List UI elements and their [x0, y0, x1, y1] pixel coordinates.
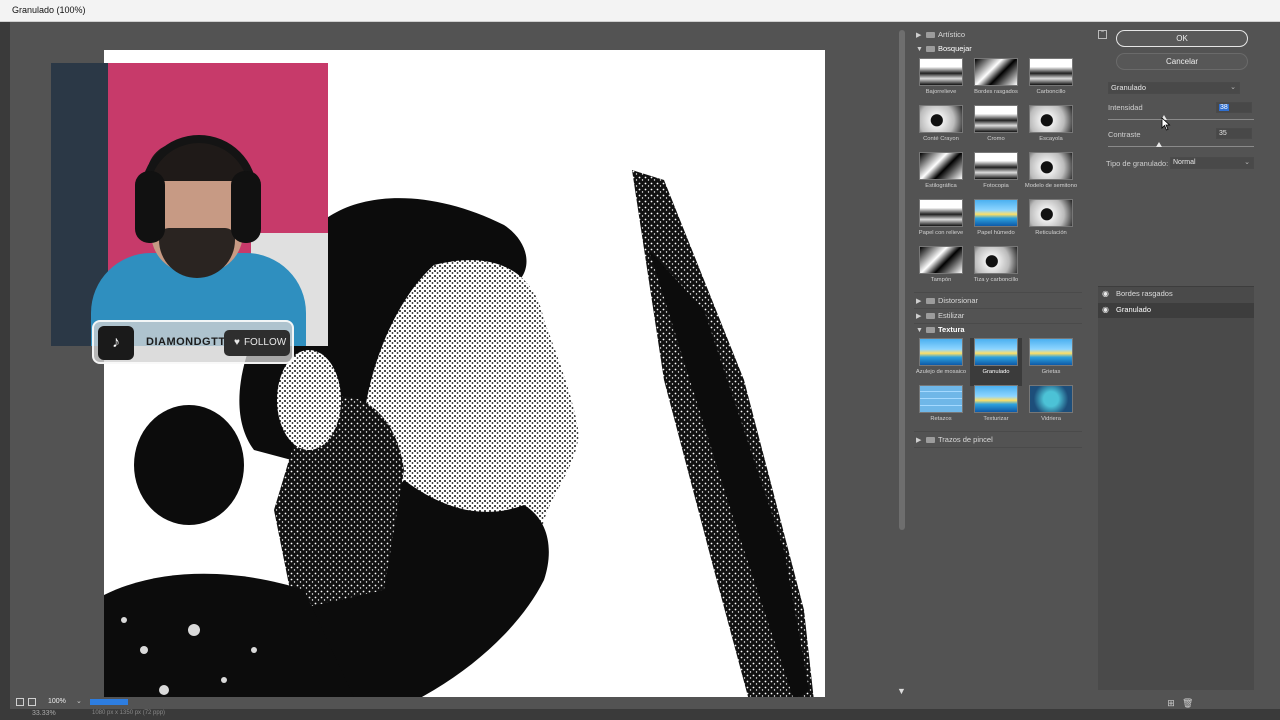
- effect-layer-active[interactable]: ◉ Granulado: [1098, 303, 1254, 318]
- filter-thumb[interactable]: Retazos: [915, 385, 967, 433]
- filter-select[interactable]: Granulado ⌄: [1108, 82, 1240, 94]
- folder-icon: [926, 327, 935, 333]
- trash-icon[interactable]: 🗑: [1182, 698, 1193, 708]
- category-estilizar[interactable]: ▶ Estilizar: [916, 311, 964, 323]
- filter-thumb[interactable]: Papel con relieve: [915, 199, 967, 247]
- filter-thumb[interactable]: Carboncillo: [1025, 58, 1077, 106]
- progress-bar: [90, 699, 128, 705]
- zoom-dropdown-icon[interactable]: ⌄: [76, 697, 82, 705]
- filter-thumb[interactable]: Azulejo de mosaico: [915, 338, 967, 386]
- divider: [914, 308, 1082, 309]
- divider: [914, 431, 1082, 432]
- heart-icon: ♥: [234, 337, 240, 348]
- folder-icon: [926, 46, 935, 52]
- filter-gallery-panel: ▶ Artístico ▼ Bosquejar Bajorrelieve Borde…: [910, 22, 1088, 698]
- filter-thumb[interactable]: Escayola: [1025, 105, 1077, 153]
- webcam-overlay: [51, 63, 328, 346]
- filter-thumb[interactable]: Tiza y carboncillo: [970, 246, 1022, 294]
- tiktok-badge: ♪ DIAMONDGTTV ♥ FOLLOW: [92, 320, 294, 364]
- contrast-input[interactable]: 35: [1216, 128, 1252, 139]
- eye-icon[interactable]: ◉: [1102, 303, 1109, 317]
- filter-thumb[interactable]: Conté Crayon: [915, 105, 967, 153]
- status-zoom: 33.33%: [32, 710, 56, 717]
- channel-name: DIAMONDGTTV: [146, 336, 234, 348]
- grain-type-select[interactable]: Normal ⌄: [1170, 157, 1254, 169]
- title-bar: Granulado (100%): [0, 0, 1280, 22]
- expand-arrow-icon[interactable]: ▶: [916, 312, 926, 320]
- category-distorsionar[interactable]: ▶ Distorsionar: [916, 296, 978, 308]
- contrast-slider[interactable]: [1108, 146, 1254, 147]
- scrollbar-thumb[interactable]: [899, 30, 905, 530]
- collapse-arrow-icon[interactable]: ▼: [916, 46, 926, 53]
- layer-actions: ⊞ 🗑: [1166, 693, 1198, 711]
- folder-icon: [926, 298, 935, 304]
- chevron-down-icon: ⌄: [1230, 84, 1236, 91]
- preview-area[interactable]: ♪ DIAMONDGTTV ♥ FOLLOW: [10, 22, 896, 719]
- divider: [914, 292, 1082, 293]
- preview-scrollbar[interactable]: ▼: [896, 22, 910, 698]
- filter-thumb[interactable]: Fotocopia: [970, 152, 1022, 200]
- category-textura[interactable]: ▼ Textura: [916, 325, 965, 337]
- divider: [914, 323, 1082, 324]
- divider: [914, 447, 1082, 448]
- category-bosquejar[interactable]: ▼ Bosquejar: [916, 44, 972, 56]
- zoom-level: 100%: [48, 698, 66, 705]
- filter-select-value: Granulado: [1111, 83, 1147, 92]
- right-edge: [1266, 22, 1280, 698]
- filter-thumb-selected[interactable]: Granulado: [970, 338, 1022, 386]
- intensity-label: Intensidad: [1108, 103, 1143, 112]
- left-edge: [0, 22, 10, 720]
- zoom-bar: 100% ⌄: [10, 697, 896, 709]
- effect-layer[interactable]: ◉ Bordes rasgados: [1098, 287, 1254, 302]
- mouse-cursor-icon: [1161, 117, 1171, 131]
- category-artistico[interactable]: ▶ Artístico: [916, 30, 965, 42]
- expand-arrow-icon[interactable]: ▶: [916, 297, 926, 305]
- follow-badge: ♥ FOLLOW: [224, 330, 290, 356]
- filter-thumb[interactable]: Reticulación: [1025, 199, 1077, 247]
- filter-thumb[interactable]: Vidriera: [1025, 385, 1077, 433]
- cancel-button[interactable]: Cancelar: [1116, 53, 1248, 70]
- grain-type-label: Tipo de granulado:: [1106, 159, 1169, 168]
- folder-icon: [926, 313, 935, 319]
- ok-button[interactable]: OK: [1116, 30, 1248, 47]
- effect-layers-list: ◉ Bordes rasgados ◉ Granulado: [1098, 286, 1254, 690]
- tiktok-icon: ♪: [98, 326, 134, 360]
- zoom-out-icon[interactable]: [16, 698, 24, 706]
- filter-thumb[interactable]: Modelo de semitono: [1025, 152, 1077, 200]
- eye-icon[interactable]: ◉: [1102, 287, 1109, 301]
- category-trazos-de-pincel[interactable]: ▶ Trazos de pincel: [916, 435, 993, 447]
- intensity-input[interactable]: 38: [1216, 102, 1252, 113]
- doc-info: 1080 px x 1350 px (72 ppp): [92, 710, 166, 716]
- filter-thumb[interactable]: Estilográfica: [915, 152, 967, 200]
- settings-panel: ⌃ OK Cancelar Granulado ⌄ Intensidad 38 …: [1088, 22, 1266, 698]
- collapse-arrow-icon[interactable]: ▼: [916, 327, 926, 334]
- filter-thumb[interactable]: Texturizar: [970, 385, 1022, 433]
- zoom-in-icon[interactable]: [28, 698, 36, 706]
- contrast-label: Contraste: [1108, 130, 1141, 139]
- expand-arrow-icon[interactable]: ▶: [916, 31, 926, 39]
- filter-thumb[interactable]: Bordes rasgados: [970, 58, 1022, 106]
- contrast-slider-knob[interactable]: [1156, 142, 1162, 147]
- window-title: Granulado (100%): [12, 5, 86, 15]
- folder-icon: [926, 437, 935, 443]
- filter-gallery-window: Granulado (100%) ♪ DIAMONDGTTV ♥ FOLLOW …: [0, 0, 1280, 720]
- new-effect-layer-icon[interactable]: ⊞: [1166, 698, 1176, 708]
- contrast-value: 35: [1219, 130, 1227, 137]
- intensity-slider[interactable]: [1108, 119, 1254, 120]
- chevron-down-icon: ⌄: [1244, 159, 1250, 166]
- filter-thumb[interactable]: Grietas: [1025, 338, 1077, 386]
- folder-icon: [926, 32, 935, 38]
- status-bar: 33.33% 1080 px x 1350 px (72 ppp): [0, 709, 1280, 720]
- filter-thumb[interactable]: Tampón: [915, 246, 967, 294]
- filter-thumb[interactable]: Papel húmedo: [970, 199, 1022, 247]
- intensity-value: 38: [1219, 104, 1229, 111]
- grain-type-value: Normal: [1173, 159, 1196, 166]
- expand-arrow-icon[interactable]: ▶: [916, 436, 926, 444]
- filter-thumb[interactable]: Cromo: [970, 105, 1022, 153]
- follow-label: FOLLOW: [243, 337, 287, 348]
- collapse-gallery-icon[interactable]: ⌃: [1098, 30, 1107, 39]
- scroll-down-icon[interactable]: ▼: [897, 686, 906, 696]
- filter-thumb[interactable]: Bajorrelieve: [915, 58, 967, 106]
